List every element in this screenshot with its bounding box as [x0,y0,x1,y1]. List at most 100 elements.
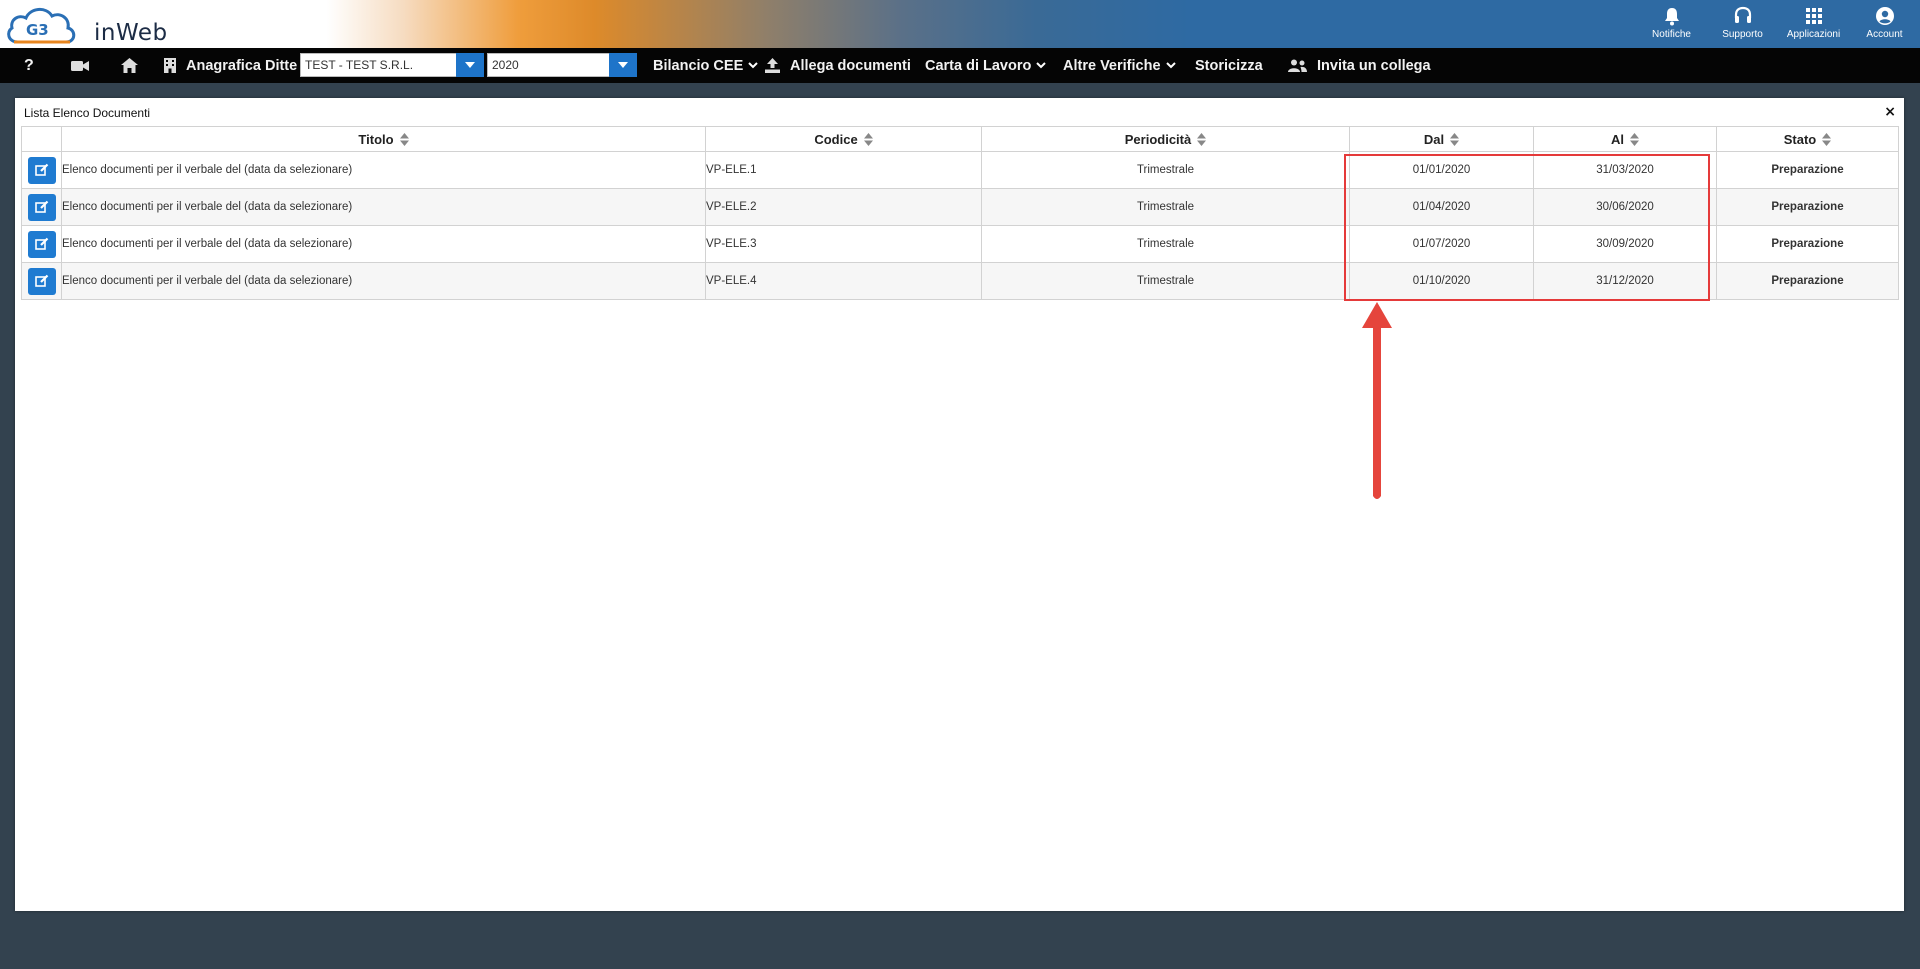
sort-icon [1630,132,1639,146]
invita-collega-button[interactable]: Invita un collega [1288,48,1431,83]
supporto-label: Supporto [1722,29,1763,40]
cell-periodicita: Trimestrale [981,151,1350,189]
cell-al: 31/12/2020 [1533,262,1717,300]
column-header-label: Stato [1783,131,1817,147]
cell-codice: VP-ELE.2 [705,188,982,226]
allega-documenti-label: Allega documenti [790,57,911,74]
cell-stato: Preparazione [1716,151,1899,189]
app-header: G3 inWeb Notifiche Supporto Applicazioni… [0,0,1920,48]
anagrafica-ditte-button[interactable]: Anagrafica Ditte [164,48,297,83]
sort-icon [1197,132,1207,146]
cell-dal: 01/10/2020 [1349,262,1534,300]
notifiche-label: Notifiche [1652,29,1691,40]
edit-button[interactable] [27,193,56,221]
cell-stato: Preparazione [1716,225,1899,263]
year-select-value: 2020 [492,58,519,72]
table-row[interactable]: Elenco documenti per il verbale del (dat… [21,262,1899,300]
documenti-table: Titolo Codice Periodicità Dal Al Stato E… [21,126,1899,300]
year-select[interactable]: 2020 [487,53,610,77]
column-header-stato[interactable]: Stato [1716,126,1899,152]
column-header-titolo[interactable]: Titolo [61,126,706,152]
user-circle-icon [1875,7,1894,25]
cell-stato: Preparazione [1716,262,1899,300]
cell-titolo: Elenco documenti per il verbale del (dat… [61,225,706,263]
edit-button[interactable] [27,267,56,295]
video-camera-icon [71,60,89,71]
column-header-label: Dal [1423,131,1445,147]
cell-titolo: Elenco documenti per il verbale del (dat… [61,188,706,226]
altre-verifiche-menu[interactable]: Altre Verifiche [1063,48,1176,83]
column-header-al[interactable]: Al [1533,126,1717,152]
chevron-down-icon [465,62,475,68]
close-button[interactable]: × [1884,105,1896,119]
app-logo[interactable]: G3 inWeb [4,2,167,46]
cell-titolo: Elenco documenti per il verbale del (dat… [61,151,706,189]
table-header-row: Titolo Codice Periodicità Dal Al Stato [21,126,1899,152]
column-header-dal[interactable]: Dal [1349,126,1534,152]
cloud-logo-icon: G3 [7,8,76,44]
edit-button[interactable] [27,230,56,258]
edit-icon [34,237,48,250]
main-nav: ? Anagrafica Ditte TEST - TEST S.R.L. 20… [0,48,1920,83]
video-button[interactable] [71,48,89,83]
bell-icon [1664,8,1679,26]
allega-documenti-button[interactable]: Allega documenti [765,48,911,83]
bilancio-cee-label: Bilancio CEE [653,57,744,74]
altre-verifiche-label: Altre Verifiche [1063,57,1161,74]
cell-al: 30/09/2020 [1533,225,1717,263]
anagrafica-ditte-label: Anagrafica Ditte [186,57,298,74]
sort-icon [1822,132,1832,146]
cell-dal: 01/04/2020 [1349,188,1534,226]
cell-periodicita: Trimestrale [981,225,1350,263]
invita-collega-label: Invita un collega [1317,57,1431,74]
home-button[interactable] [121,48,138,83]
notifiche-button[interactable]: Notifiche [1636,0,1707,48]
column-header-codice[interactable]: Codice [705,126,982,152]
sort-icon [863,132,873,146]
panel-title: Lista Elenco Documenti [24,106,151,120]
cell-periodicita: Trimestrale [981,188,1350,226]
carta-di-lavoro-label: Carta di Lavoro [925,57,1032,74]
cell-al: 30/06/2020 [1533,188,1717,226]
bilancio-cee-menu[interactable]: Bilancio CEE [653,48,758,83]
table-row[interactable]: Elenco documenti per il verbale del (dat… [21,188,1899,226]
brand-name: inWeb [94,20,168,46]
building-icon [164,58,176,73]
account-label: Account [1866,29,1903,40]
sort-icon [399,132,409,146]
account-button[interactable]: Account [1849,0,1920,48]
edit-icon [34,274,48,287]
column-header-actions [21,126,62,152]
cell-dal: 01/07/2020 [1349,225,1534,263]
applicazioni-label: Applicazioni [1786,29,1841,40]
edit-icon [34,163,48,176]
applicazioni-button[interactable]: Applicazioni [1778,0,1849,48]
column-header-periodicita[interactable]: Periodicità [981,126,1350,152]
sort-icon [1450,132,1460,146]
cell-dal: 01/01/2020 [1349,151,1534,189]
cell-codice: VP-ELE.4 [705,262,982,300]
company-select-value: TEST - TEST S.R.L. [305,58,414,72]
cell-stato: Preparazione [1716,188,1899,226]
edit-button[interactable] [27,156,56,184]
help-button[interactable]: ? [24,48,34,83]
company-select[interactable]: TEST - TEST S.R.L. [300,53,457,77]
cell-codice: VP-ELE.3 [705,225,982,263]
company-select-toggle[interactable] [456,53,484,77]
storicizza-button[interactable]: Storicizza [1195,48,1263,83]
cell-codice: VP-ELE.1 [705,151,982,189]
svg-text:G3: G3 [26,21,49,39]
table-row[interactable]: Elenco documenti per il verbale del (dat… [21,225,1899,263]
column-header-label: Al [1611,131,1624,147]
chevron-down-icon [1036,62,1047,69]
cell-titolo: Elenco documenti per il verbale del (dat… [61,262,706,300]
home-icon [121,58,138,73]
supporto-button[interactable]: Supporto [1707,0,1778,48]
table-row[interactable]: Elenco documenti per il verbale del (dat… [21,151,1899,189]
lista-documenti-panel: Lista Elenco Documenti × Titolo Codice P… [15,98,1904,911]
carta-di-lavoro-menu[interactable]: Carta di Lavoro [925,48,1047,83]
chevron-down-icon [1165,62,1176,69]
year-select-toggle[interactable] [609,53,637,77]
grid-icon [1805,8,1822,24]
cell-al: 31/03/2020 [1533,151,1717,189]
